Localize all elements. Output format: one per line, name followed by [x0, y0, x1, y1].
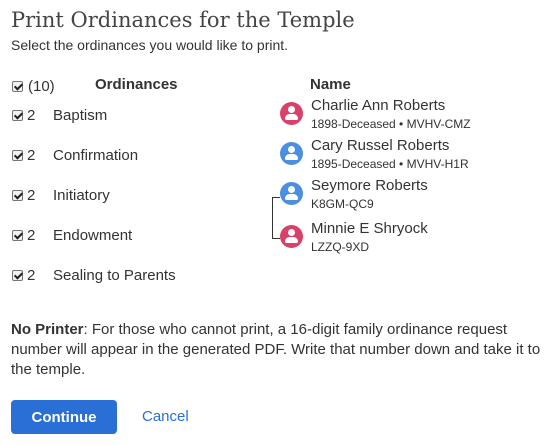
name-header: Name [310, 76, 351, 93]
endowment-checkbox[interactable] [12, 229, 23, 241]
ordinance-label: Sealing to Parents [53, 266, 176, 284]
ordinance-count: 2 [27, 266, 36, 284]
confirmation-checkbox[interactable] [12, 149, 23, 161]
person-name: Cary Russel Roberts [311, 137, 450, 154]
person-name: Seymore Roberts [311, 177, 428, 194]
ordinance-row-endowment: 2 Endowment [12, 225, 132, 245]
ordinance-count: 2 [27, 146, 36, 164]
person-detail: K8GM-QC9 [311, 197, 374, 211]
ordinances-header: Ordinances [95, 76, 178, 93]
baptism-checkbox[interactable] [12, 109, 23, 121]
ordinance-row-baptism: 2 Baptism [12, 105, 107, 125]
person-detail: 1898-Deceased • MVHV-CMZ [311, 117, 471, 131]
select-all-row: (10) [12, 76, 55, 96]
ordinance-label: Baptism [53, 106, 108, 124]
ordinance-label: Endowment [53, 226, 133, 244]
person-name: Charlie Ann Roberts [311, 97, 446, 114]
ordinance-row-sealing-to-parents: 2 Sealing to Parents [12, 265, 176, 285]
no-printer-note: No Printer: For those who cannot print, … [11, 320, 546, 380]
ordinance-row-confirmation: 2 Confirmation [12, 145, 138, 165]
sealing-to-parents-checkbox[interactable] [12, 269, 23, 281]
select-all-checkbox[interactable] [12, 80, 23, 92]
female-person-icon [280, 225, 303, 248]
cancel-link[interactable]: Cancel [142, 408, 189, 425]
ordinance-label: Initiatory [53, 186, 110, 204]
person-detail: 1895-Deceased • MVHV-H1R [311, 157, 469, 171]
ordinance-label: Confirmation [53, 146, 139, 164]
female-person-icon [280, 102, 303, 125]
no-printer-label: No Printer [11, 321, 84, 338]
dialog-subtitle: Select the ordinances you would like to … [11, 37, 289, 53]
person-name: Minnie E Shryock [311, 220, 428, 237]
male-person-icon [280, 142, 303, 165]
initiatory-checkbox[interactable] [12, 189, 23, 201]
no-printer-text: : For those who cannot print, a 16-digit… [11, 321, 541, 378]
continue-button[interactable]: Continue [11, 400, 117, 434]
ordinance-count: 2 [27, 226, 36, 244]
male-person-icon [280, 182, 303, 205]
ordinance-row-initiatory: 2 Initiatory [12, 185, 110, 205]
parents-bracket [272, 197, 280, 239]
ordinance-count: 2 [27, 106, 36, 124]
ordinance-count: 2 [27, 186, 36, 204]
dialog-title: Print Ordinances for the Temple [11, 8, 355, 32]
select-all-count: (10) [28, 77, 55, 95]
person-detail: LZZQ-9XD [311, 240, 370, 254]
